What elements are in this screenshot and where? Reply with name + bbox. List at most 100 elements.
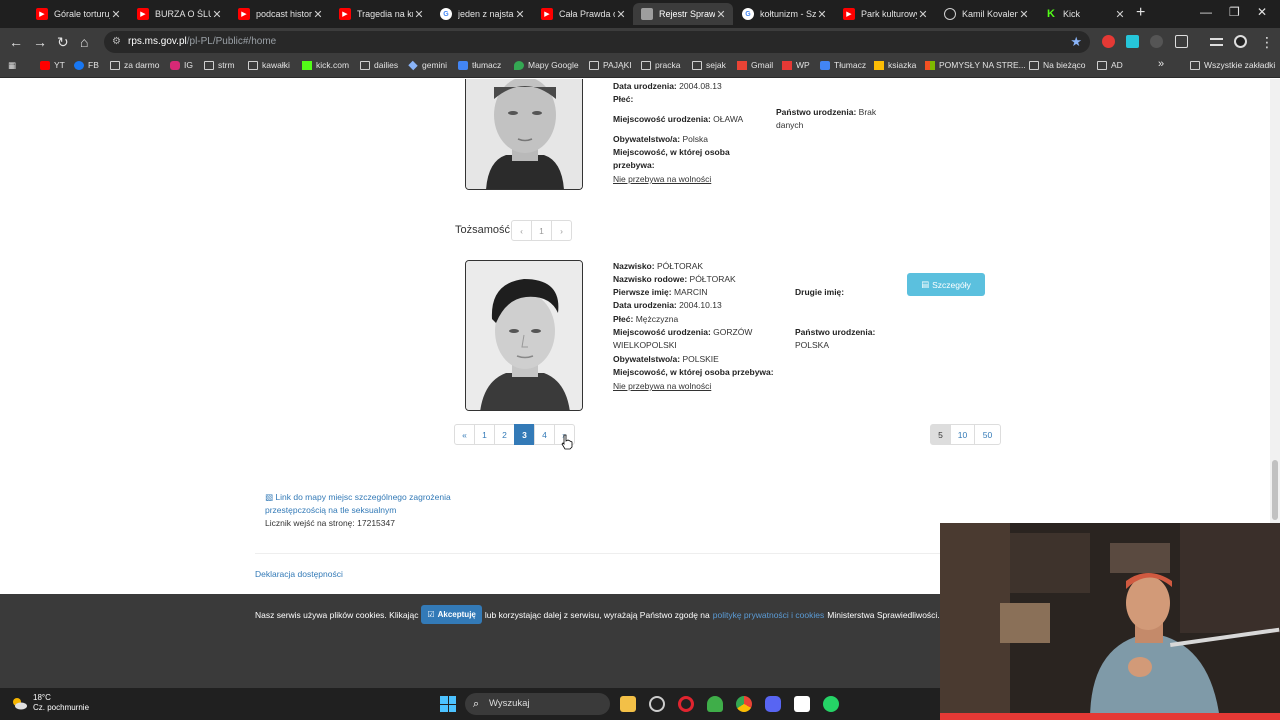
menu-icon[interactable]: ⋮ bbox=[1260, 34, 1274, 50]
page-scrollbar[interactable] bbox=[1270, 79, 1280, 594]
identity-page-button[interactable]: 1 bbox=[531, 220, 552, 241]
bookmark-pomysly[interactable]: POMYSŁY NA STRE... bbox=[925, 60, 1026, 70]
close-icon[interactable]: ✕ bbox=[211, 8, 223, 21]
tab-9[interactable]: ▶ Park kulturowy ✕ bbox=[835, 3, 935, 25]
bookmark-za-darmo[interactable]: za darmo bbox=[110, 60, 159, 70]
page-3-button[interactable]: 3 bbox=[514, 424, 535, 445]
tab-1[interactable]: ▶ Górale torturują ✕ bbox=[28, 3, 128, 25]
minimize-icon[interactable]: — bbox=[1200, 5, 1212, 19]
extensions-puzzle-icon[interactable] bbox=[1175, 35, 1188, 48]
bookmark-ig[interactable]: IG bbox=[170, 60, 193, 70]
site-info-icon[interactable]: ⚙ bbox=[112, 31, 121, 53]
bookmark-fb[interactable]: FB bbox=[74, 60, 99, 70]
reload-icon[interactable]: ↻ bbox=[57, 34, 69, 50]
windows-start-icon[interactable] bbox=[440, 696, 456, 712]
close-icon[interactable]: ✕ bbox=[715, 8, 727, 21]
new-tab-button[interactable]: + bbox=[1136, 4, 1145, 22]
not-at-liberty-link[interactable]: Nie przebywa na wolności bbox=[613, 174, 711, 184]
record-extension-icon[interactable] bbox=[1102, 35, 1115, 48]
forward-icon[interactable]: → bbox=[33, 34, 47, 50]
accessibility-link[interactable]: Deklaracja dostępności bbox=[255, 568, 343, 581]
tab-2[interactable]: ▶ BURZA O ŚLUB ✕ bbox=[129, 3, 229, 25]
tab-11[interactable]: K Kick ✕ bbox=[1037, 3, 1132, 25]
address-bar[interactable]: ⚙ rps.ms.gov.pl/pl-PL/Public#/home ★ bbox=[104, 31, 1090, 53]
sex-offence-map-link-line-2[interactable]: przestępczością na tle seksualnym bbox=[265, 504, 396, 517]
notion-icon[interactable] bbox=[794, 696, 810, 712]
extension-icon[interactable] bbox=[1150, 35, 1163, 48]
bookmark-tlumacz-2[interactable]: Tłumacz bbox=[820, 60, 866, 70]
bookmark-na-biezaco[interactable]: Na bieżąco bbox=[1029, 60, 1086, 70]
weather-widget[interactable]: 18°C Cz. pochmurnie bbox=[10, 693, 89, 713]
apps-grid-icon[interactable]: ▦ bbox=[8, 60, 16, 71]
tab-4[interactable]: ▶ Tragedia na kru ✕ bbox=[331, 3, 431, 25]
close-icon[interactable]: ✕ bbox=[312, 8, 324, 21]
youtube-icon: ▶ bbox=[339, 8, 351, 20]
bookmark-wp[interactable]: WP bbox=[782, 60, 810, 70]
extension-icon[interactable] bbox=[1126, 35, 1139, 48]
page-size-10-button[interactable]: 10 bbox=[950, 424, 975, 445]
bookmark-yt[interactable]: YT bbox=[40, 60, 65, 70]
bookmark-strm[interactable]: strm bbox=[204, 60, 235, 70]
close-icon[interactable]: ✕ bbox=[816, 8, 828, 21]
page-size-50-button[interactable]: 50 bbox=[974, 424, 1001, 445]
vpn-icon[interactable] bbox=[707, 696, 723, 712]
tab-8[interactable]: G kołtunizm - Sz ✕ bbox=[734, 3, 834, 25]
bookmark-kick[interactable]: kick.com bbox=[302, 60, 349, 70]
tab-6[interactable]: ▶ Cała Prawda o ✕ bbox=[533, 3, 633, 25]
bookmark-pracka[interactable]: pracka bbox=[641, 60, 681, 70]
chrome-icon[interactable] bbox=[736, 696, 752, 712]
taskbar-search[interactable]: ⌕ Wyszukaj bbox=[465, 693, 610, 715]
discord-icon[interactable] bbox=[765, 696, 781, 712]
bookmark-tlumacz[interactable]: tłumacz bbox=[458, 60, 501, 70]
not-at-liberty-link[interactable]: Nie przebywa na wolności bbox=[613, 381, 711, 391]
bookmark-gmail[interactable]: Gmail bbox=[737, 60, 773, 70]
privacy-policy-link[interactable]: politykę prywatności i cookies bbox=[713, 610, 825, 620]
accept-label: Akceptuję bbox=[437, 610, 476, 619]
close-icon[interactable]: ✕ bbox=[514, 8, 526, 21]
page-4-button[interactable]: 4 bbox=[534, 424, 555, 445]
bookmark-pajaki[interactable]: PAJĄKI bbox=[589, 60, 632, 70]
bookmark-gemini[interactable]: gemini bbox=[408, 60, 447, 70]
tab-3[interactable]: ▶ podcast historyczny ✕ bbox=[230, 3, 330, 25]
scrollbar-thumb[interactable] bbox=[1272, 460, 1278, 520]
close-icon[interactable]: ✕ bbox=[1018, 8, 1030, 21]
bookmark-dailies[interactable]: dailies bbox=[360, 60, 398, 70]
close-icon[interactable]: ✕ bbox=[110, 8, 122, 21]
bookmark-ksiazka[interactable]: ksiazka bbox=[874, 60, 916, 70]
tab-bar: ▶ Górale torturują ✕ ▶ BURZA O ŚLUB ✕ ▶ … bbox=[0, 0, 1280, 28]
page-1-button[interactable]: 1 bbox=[474, 424, 495, 445]
back-icon[interactable]: ← bbox=[9, 34, 23, 50]
reading-list-icon[interactable] bbox=[1210, 38, 1223, 46]
close-icon[interactable]: ✕ bbox=[1114, 8, 1126, 21]
file-explorer-icon[interactable] bbox=[620, 696, 636, 712]
identity-next-button[interactable]: › bbox=[551, 220, 572, 241]
bookmark-ad[interactable]: AD bbox=[1097, 60, 1123, 70]
tab-5[interactable]: G jeden z najstar ✕ bbox=[432, 3, 532, 25]
bookmark-star-icon[interactable]: ★ bbox=[1070, 31, 1082, 53]
page-first-button[interactable]: « bbox=[454, 424, 475, 445]
close-icon[interactable]: ✕ bbox=[615, 8, 627, 21]
accept-cookies-button[interactable]: ☑ Akceptuję bbox=[421, 605, 482, 624]
tab-7-active[interactable]: Rejestr Sprawc ✕ bbox=[633, 3, 733, 25]
app-icon[interactable] bbox=[649, 696, 665, 712]
page-size-5-button[interactable]: 5 bbox=[930, 424, 951, 445]
close-window-icon[interactable]: ✕ bbox=[1257, 5, 1267, 19]
details-button[interactable]: ▤ Szczegóły bbox=[907, 273, 985, 296]
bookmark-kawalki[interactable]: kawałki bbox=[248, 60, 290, 70]
restore-icon[interactable]: ❐ bbox=[1229, 5, 1240, 19]
sex-offence-map-link[interactable]: ▧ Link do mapy miejsc szczególnego zagro… bbox=[265, 491, 451, 504]
identity-prev-button[interactable]: ‹ bbox=[511, 220, 532, 241]
bookmarks-overflow-button[interactable]: » bbox=[1158, 58, 1164, 70]
all-bookmarks[interactable]: Wszystkie zakładki bbox=[1190, 60, 1275, 70]
home-icon[interactable]: ⌂ bbox=[80, 34, 88, 50]
bookmark-sejak[interactable]: sejak bbox=[692, 60, 726, 70]
close-icon[interactable]: ✕ bbox=[413, 8, 425, 21]
profile-avatar[interactable] bbox=[1234, 35, 1247, 48]
bookmark-maps[interactable]: Mapy Google bbox=[514, 60, 579, 70]
whatsapp-icon[interactable] bbox=[823, 696, 839, 712]
page-2-button[interactable]: 2 bbox=[494, 424, 515, 445]
close-icon[interactable]: ✕ bbox=[917, 8, 929, 21]
tab-10[interactable]: Kamil Kovalen ✕ bbox=[936, 3, 1036, 25]
opera-icon[interactable] bbox=[678, 696, 694, 712]
instagram-icon bbox=[170, 60, 180, 70]
